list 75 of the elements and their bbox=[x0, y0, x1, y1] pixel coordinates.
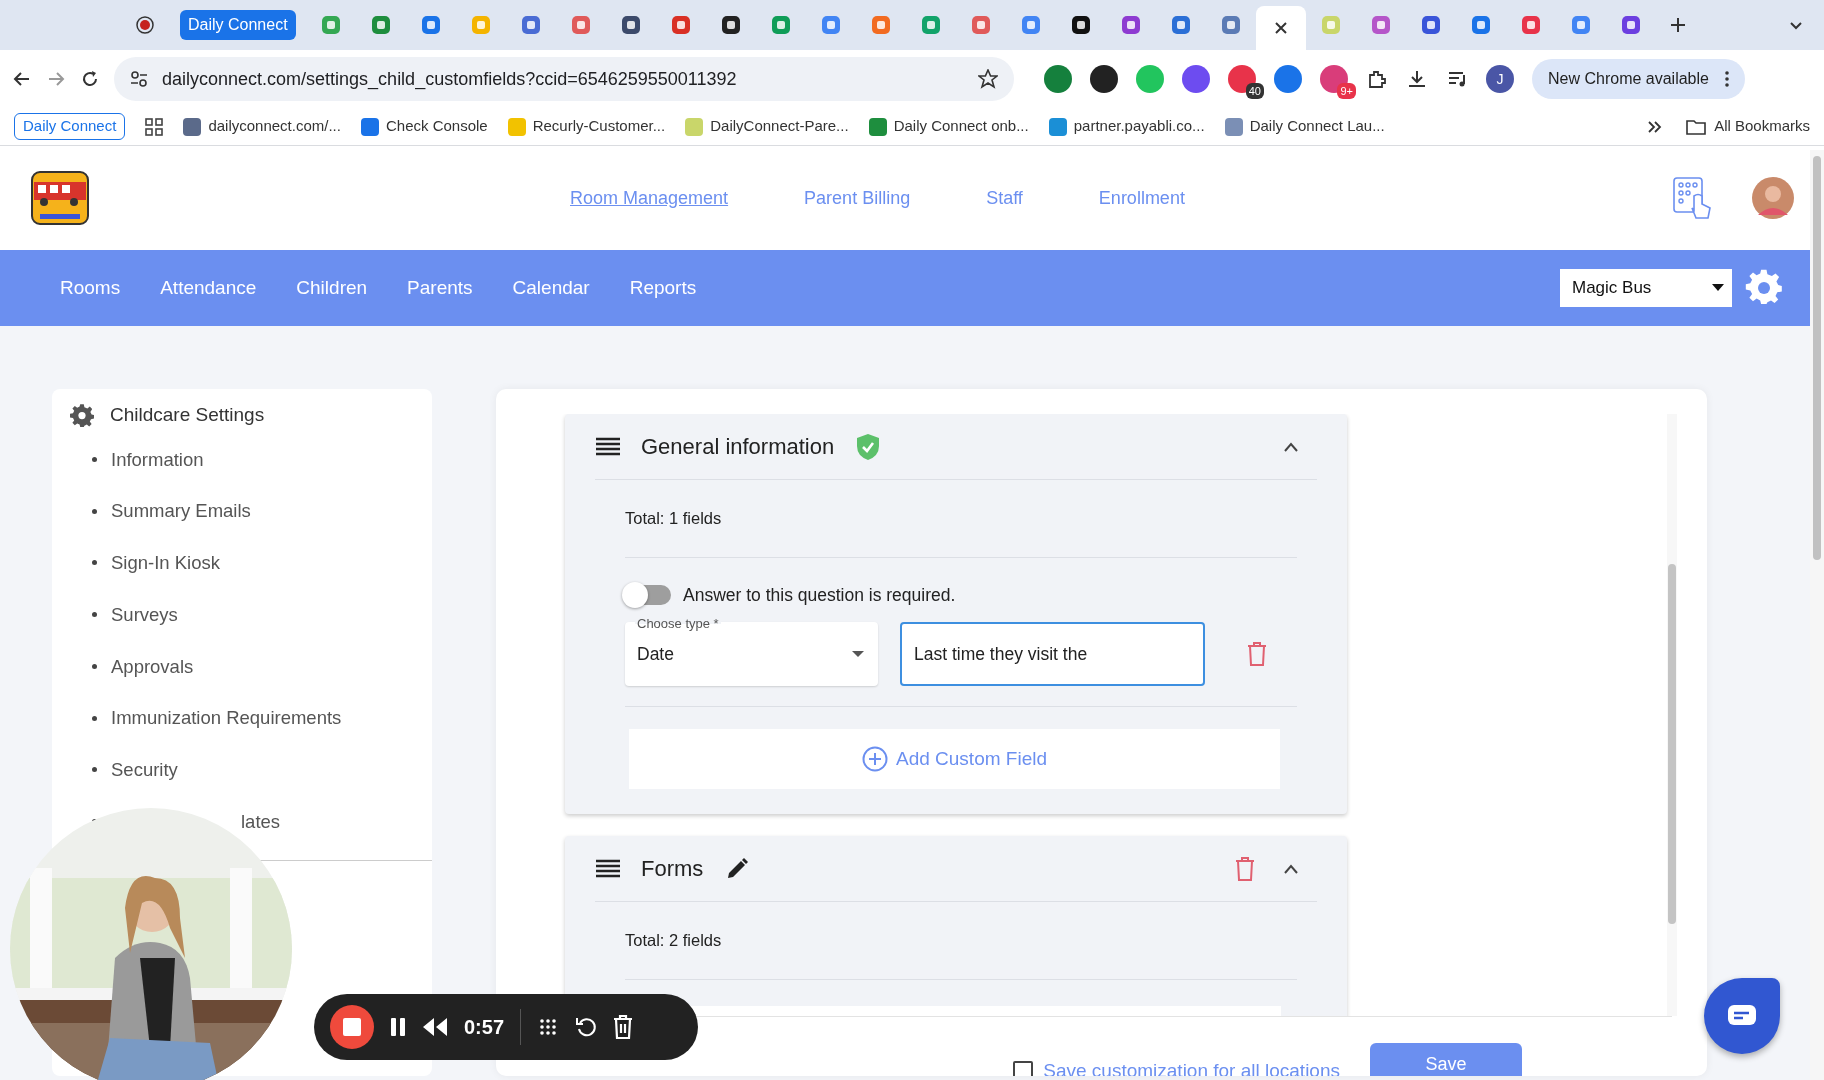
chat-icon bbox=[1727, 1004, 1757, 1028]
apps-icon[interactable] bbox=[145, 117, 164, 136]
chat-button[interactable] bbox=[1704, 978, 1780, 1054]
sidebar-link[interactable]: Summary Emails bbox=[111, 497, 251, 525]
bookmark-link[interactable]: Check Console bbox=[385, 115, 488, 138]
scrollbar-thumb[interactable] bbox=[1668, 564, 1676, 924]
caret-icon bbox=[1712, 284, 1724, 292]
sidebar-link[interactable]: Security bbox=[111, 756, 178, 784]
bookmark-link[interactable]: DailyConnect-Pare... bbox=[710, 115, 849, 138]
bookmark-link[interactable]: dailyconnect.com/... bbox=[208, 115, 341, 138]
bullet-icon bbox=[92, 508, 97, 514]
stop-button[interactable] bbox=[330, 1005, 374, 1049]
scrollbar-thumb[interactable] bbox=[1813, 156, 1821, 560]
close-icon[interactable] bbox=[1273, 21, 1288, 35]
sidebar-link[interactable]: lates bbox=[241, 807, 281, 836]
profile-avatar[interactable]: J bbox=[1486, 65, 1514, 93]
tab-favicon[interactable] bbox=[1070, 15, 1091, 35]
star-icon[interactable] bbox=[978, 69, 998, 89]
checkbox[interactable] bbox=[1013, 1061, 1034, 1076]
section-title: Forms bbox=[641, 855, 704, 884]
folder-icon bbox=[1686, 118, 1707, 135]
section-title: General information bbox=[641, 433, 835, 461]
field-name-input[interactable]: Last time they visit the bbox=[900, 622, 1205, 687]
bullet-icon bbox=[92, 715, 97, 721]
rewind-icon[interactable] bbox=[422, 1017, 448, 1037]
collapse-icon[interactable] bbox=[1283, 441, 1299, 452]
location-select[interactable]: Magic Bus bbox=[1560, 269, 1732, 307]
plus-circle-icon bbox=[862, 746, 888, 773]
user-avatar[interactable] bbox=[1752, 177, 1794, 219]
download-icon[interactable] bbox=[1406, 68, 1428, 90]
drag-handle-icon[interactable] bbox=[595, 858, 621, 879]
record-icon[interactable] bbox=[136, 16, 154, 34]
recording-time: 0:57 bbox=[464, 1015, 505, 1040]
bullet-icon bbox=[92, 663, 97, 669]
more-bookmarks-icon[interactable] bbox=[1648, 120, 1663, 133]
toggle-label: Answer to this question is required. bbox=[683, 584, 956, 607]
bookmark-link[interactable]: Daily Connect Lau... bbox=[1249, 115, 1385, 138]
sidebar-link[interactable]: Immunization Requirements bbox=[111, 704, 342, 732]
tab-favicon[interactable] bbox=[620, 15, 641, 35]
sidebar-link[interactable]: Sign-In Kiosk bbox=[111, 549, 220, 577]
bookmark-group[interactable]: Daily Connect bbox=[14, 113, 126, 140]
tab-group-label[interactable]: Daily Connect bbox=[180, 10, 296, 40]
tab-favicon[interactable] bbox=[720, 15, 741, 35]
restart-icon[interactable] bbox=[575, 1016, 598, 1038]
sidebar-link[interactable]: Approvals bbox=[111, 652, 194, 681]
bullet-icon bbox=[92, 456, 97, 462]
extension-badge: 9+ bbox=[1337, 82, 1356, 99]
bus-logo[interactable] bbox=[30, 170, 90, 226]
new-tab-icon[interactable] bbox=[1669, 17, 1686, 33]
extension-icon[interactable] bbox=[1090, 65, 1118, 93]
pencil-icon[interactable] bbox=[725, 856, 750, 881]
sidebar-link[interactable]: Information bbox=[111, 445, 204, 474]
sidebar-link[interactable]: Surveys bbox=[111, 600, 178, 629]
update-button[interactable]: New Chrome available bbox=[1532, 59, 1745, 99]
caret-icon bbox=[852, 650, 864, 658]
field-count: Total: 2 fields bbox=[625, 931, 722, 950]
settings-icon bbox=[70, 403, 94, 428]
pause-icon[interactable] bbox=[390, 1017, 406, 1037]
puzzle-icon[interactable] bbox=[1366, 68, 1388, 90]
sidebar-title: Childcare Settings bbox=[110, 403, 265, 427]
bullet-icon bbox=[92, 767, 97, 773]
bullet-icon bbox=[92, 612, 97, 618]
site-settings-icon[interactable] bbox=[130, 70, 148, 88]
bullet-icon bbox=[92, 560, 97, 566]
field-count: Total: 1 fields bbox=[625, 509, 722, 527]
keypad-icon[interactable] bbox=[1672, 176, 1712, 220]
drag-handle-icon[interactable] bbox=[595, 436, 621, 457]
more-icon[interactable] bbox=[1724, 71, 1729, 87]
bookmark-link[interactable]: Recurly-Customer... bbox=[532, 115, 666, 138]
bookmark-link[interactable]: partner.payabli.co... bbox=[1073, 115, 1205, 138]
required-toggle[interactable] bbox=[625, 585, 671, 606]
reload-icon[interactable] bbox=[80, 69, 100, 89]
bookmark-link[interactable]: Daily Connect onb... bbox=[893, 115, 1029, 138]
all-bookmarks-link[interactable]: All Bookmarks bbox=[1714, 115, 1810, 138]
collapse-icon[interactable] bbox=[1283, 863, 1299, 874]
